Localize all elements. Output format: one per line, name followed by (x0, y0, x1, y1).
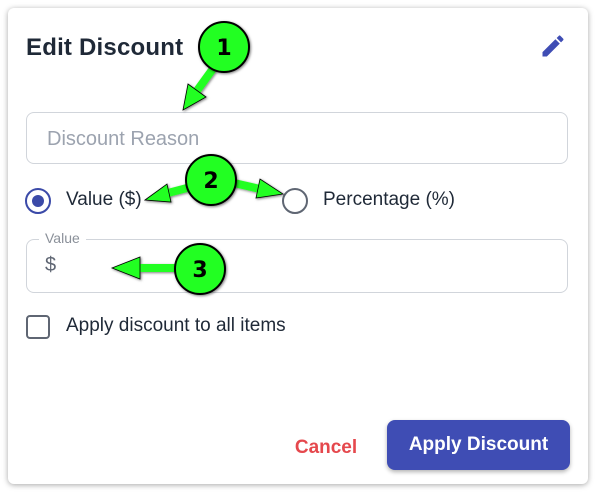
value-radio[interactable] (25, 188, 51, 214)
pencil-icon[interactable] (539, 32, 567, 60)
dialog-title: Edit Discount (26, 34, 184, 61)
cancel-button[interactable]: Cancel (286, 428, 366, 468)
percentage-radio[interactable] (282, 188, 308, 214)
discount-reason-field[interactable] (26, 112, 568, 165)
apply-all-label[interactable]: Apply discount to all items (66, 315, 286, 337)
apply-discount-button[interactable]: Apply Discount (387, 420, 570, 470)
value-radio-label[interactable]: Value ($) (66, 189, 142, 211)
apply-all-checkbox[interactable] (26, 315, 50, 339)
percentage-radio-label[interactable]: Percentage (%) (323, 189, 455, 211)
dollar-prefix: $ (45, 254, 57, 276)
edit-discount-dialog: Edit Discount Value ($) Percentage (%) V… (8, 8, 588, 484)
value-field[interactable]: Value $ (26, 230, 568, 294)
value-input[interactable] (71, 240, 555, 294)
discount-reason-input[interactable] (45, 113, 549, 165)
